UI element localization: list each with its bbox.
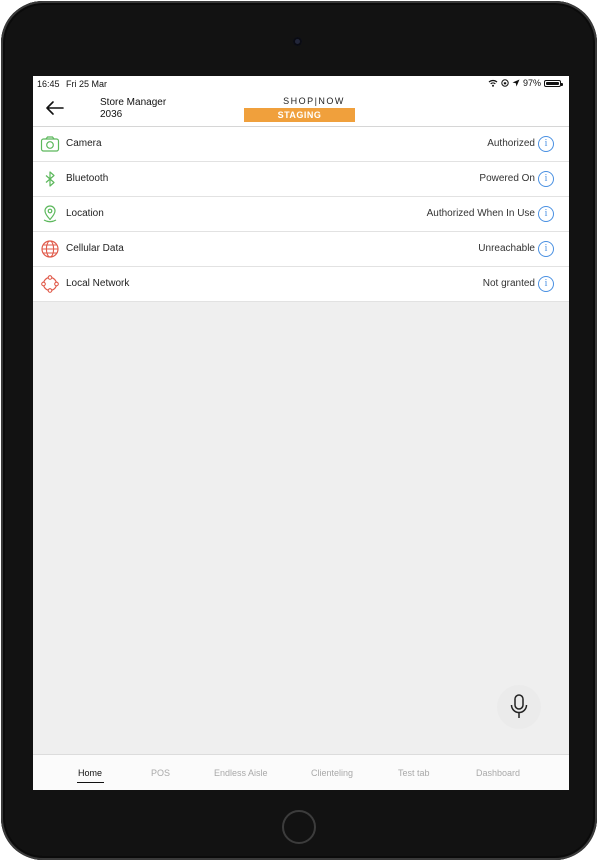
- info-icon[interactable]: i: [538, 171, 554, 187]
- tab-home[interactable]: Home: [78, 768, 102, 778]
- status-bar: 16:45 Fri 25 Mar 97%: [33, 76, 569, 92]
- permission-status: Powered On: [479, 173, 535, 184]
- info-icon[interactable]: i: [538, 136, 554, 152]
- info-icon[interactable]: i: [538, 276, 554, 292]
- brand-logo: SHOP|NOW: [283, 96, 345, 106]
- info-icon[interactable]: i: [538, 206, 554, 222]
- location-arrow-icon: [512, 79, 520, 87]
- permission-row-bluetooth[interactable]: Bluetooth Powered On i: [33, 162, 569, 197]
- arrow-left-icon[interactable]: [43, 98, 67, 118]
- permission-row-camera[interactable]: Camera Authorized i: [33, 127, 569, 162]
- location-pin-icon: [43, 205, 57, 223]
- microphone-icon: [510, 694, 528, 718]
- status-time: 16:45: [37, 79, 60, 89]
- permission-row-location[interactable]: Location Authorized When In Use i: [33, 197, 569, 232]
- tab-dashboard[interactable]: Dashboard: [476, 768, 520, 778]
- permission-row-local-network[interactable]: Local Network Not granted i: [33, 267, 569, 302]
- status-date: Fri 25 Mar: [66, 79, 108, 89]
- app-screen: 16:45 Fri 25 Mar 97% Store Manager 2036 …: [33, 76, 569, 790]
- camera-icon: [40, 136, 60, 152]
- tab-test-tab[interactable]: Test tab: [398, 768, 430, 778]
- active-tab-indicator: [77, 782, 104, 783]
- home-button[interactable]: [282, 810, 316, 844]
- permission-status: Unreachable: [478, 243, 535, 254]
- info-icon[interactable]: i: [538, 241, 554, 257]
- screen-lock-icon: [501, 79, 509, 87]
- tab-clienteling[interactable]: Clienteling: [311, 768, 353, 778]
- bluetooth-icon: [45, 171, 55, 187]
- permission-label: Bluetooth: [66, 173, 109, 184]
- environment-badge: STAGING: [244, 108, 355, 122]
- tab-endless-aisle[interactable]: Endless Aisle: [214, 768, 268, 778]
- store-name: Store Manager: [100, 97, 167, 108]
- app-header: Store Manager 2036 SHOP|NOW STAGING: [33, 92, 569, 127]
- permission-row-cellular-data[interactable]: Cellular Data Unreachable i: [33, 232, 569, 267]
- tablet-frame: 16:45 Fri 25 Mar 97% Store Manager 2036 …: [1, 1, 597, 860]
- permission-status: Not granted: [482, 278, 535, 289]
- store-id: 2036: [100, 109, 123, 120]
- local-network-icon: [41, 275, 59, 293]
- voice-input-button[interactable]: [497, 685, 541, 729]
- wifi-icon: [488, 79, 498, 87]
- globe-icon: [41, 240, 59, 258]
- battery-level: [546, 81, 559, 85]
- status-indicators: 97%: [488, 78, 563, 88]
- permission-label: Location: [66, 208, 104, 219]
- permission-label: Cellular Data: [66, 243, 124, 254]
- permission-status: Authorized When In Use: [426, 208, 535, 219]
- permissions-list: Camera Authorized i Bluetooth Powered On…: [33, 127, 569, 302]
- battery-percent: 97%: [522, 78, 541, 88]
- tab-pos[interactable]: POS: [151, 768, 170, 778]
- battery-icon: [544, 79, 563, 87]
- bottom-tab-bar: Home POS Endless Aisle Clienteling Test …: [33, 754, 569, 790]
- permission-label: Local Network: [66, 278, 130, 289]
- front-camera: [293, 37, 302, 46]
- permission-label: Camera: [66, 138, 102, 149]
- permission-status: Authorized: [487, 138, 535, 149]
